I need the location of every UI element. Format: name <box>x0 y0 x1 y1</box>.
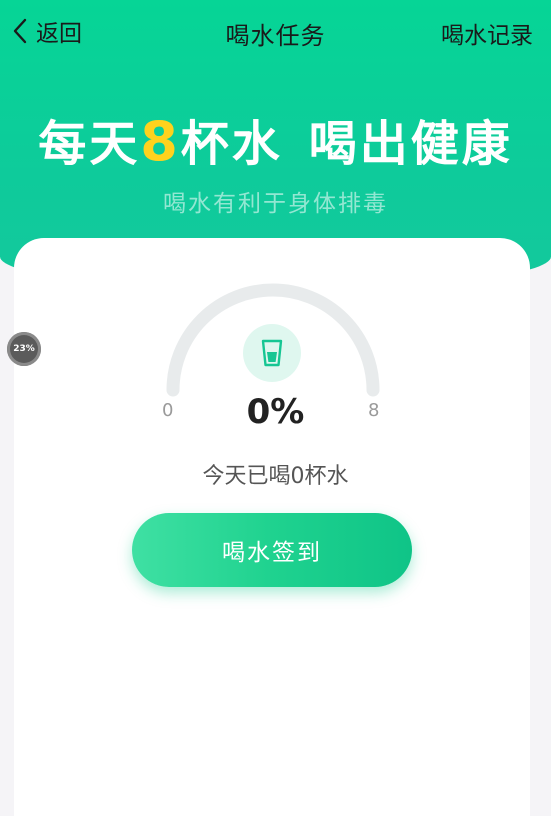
top-nav-bar: 返回 喝水任务 喝水记录 <box>0 0 551 64</box>
slogan: 每天8杯水 喝出健康 <box>0 104 551 174</box>
slogan-prefix: 每天 <box>38 116 141 172</box>
slogan-highlight-number: 8 <box>140 110 181 173</box>
drink-checkin-button[interactable]: 喝水签到 <box>132 513 412 587</box>
slogan-suffix: 喝出健康 <box>308 116 513 172</box>
water-cup-icon <box>261 339 283 367</box>
slogan-subtitle: 喝水有利于身体排毒 <box>163 191 388 217</box>
water-cup-badge <box>243 324 301 382</box>
progress-percent: 0% <box>246 392 305 432</box>
drink-record-link[interactable]: 喝水记录 <box>441 16 533 50</box>
today-drink-count: 今天已喝0杯水 <box>202 464 349 489</box>
floating-assist-ball[interactable]: 23% <box>7 332 41 366</box>
slogan-middle: 杯水 <box>180 116 283 172</box>
